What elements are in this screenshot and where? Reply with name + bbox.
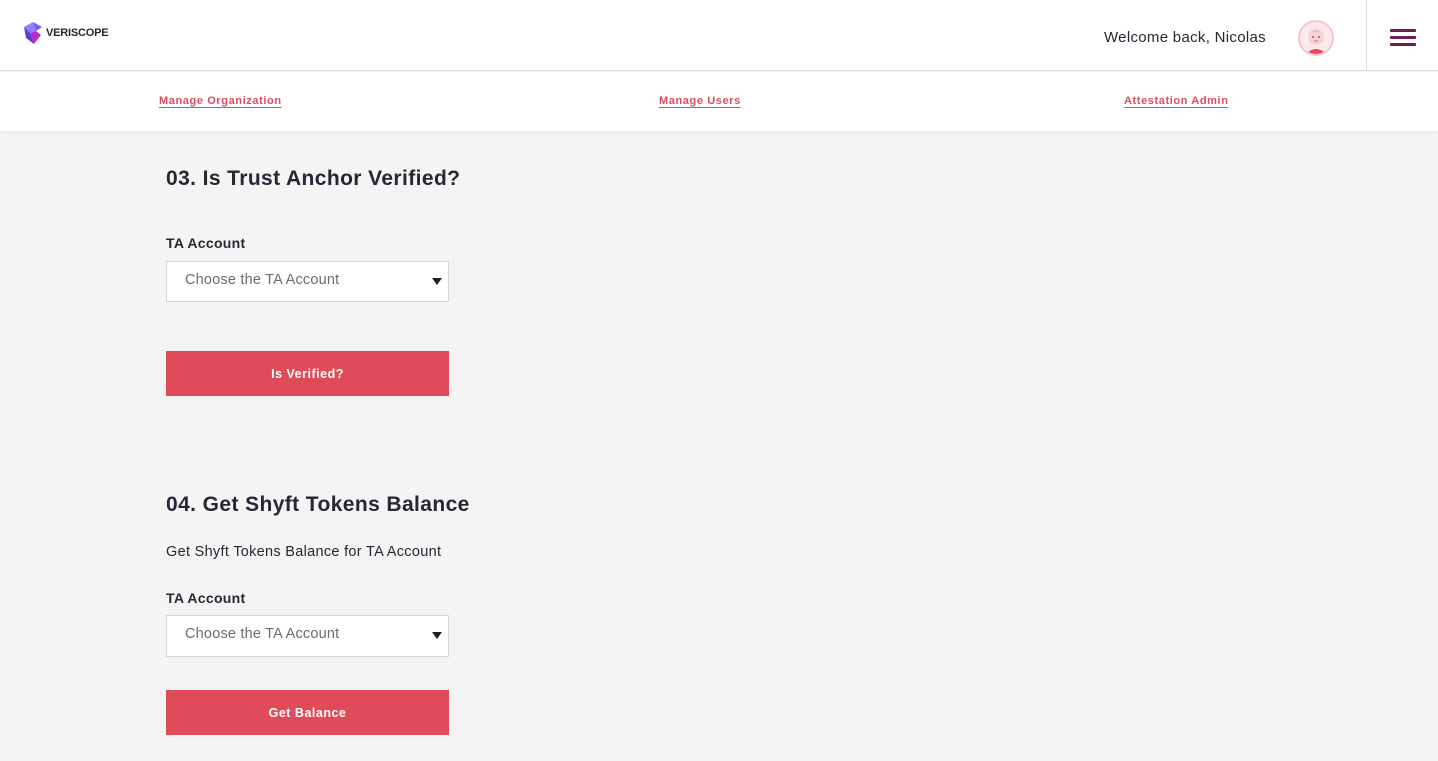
get-balance-button[interactable]: Get Balance — [166, 690, 449, 735]
chevron-down-icon — [432, 278, 442, 285]
veriscope-logo-icon — [24, 22, 42, 44]
top-header: VERISCOPE Welcome back, Nicolas — [0, 0, 1438, 71]
section-title-shyft-tokens-balance: 04. Get Shyft Tokens Balance — [166, 493, 470, 516]
avatar-face-icon — [1300, 22, 1332, 54]
logo-text: VERISCOPE — [46, 27, 109, 39]
veriscope-logo[interactable]: VERISCOPE — [22, 21, 109, 45]
ta-account-select[interactable]: Choose the TA Account — [166, 615, 449, 657]
section-description: Get Shyft Tokens Balance for TA Account — [166, 544, 442, 560]
is-verified-button[interactable]: Is Verified? — [166, 351, 449, 396]
header-divider — [1366, 0, 1367, 71]
admin-nav-bar: Manage Organization Manage Users Attesta… — [0, 72, 1438, 131]
user-avatar-icon[interactable] — [1298, 20, 1334, 56]
hamburger-menu-icon[interactable] — [1390, 27, 1416, 47]
nav-link-manage-organization[interactable]: Manage Organization — [159, 95, 282, 107]
ta-account-label: TA Account — [166, 235, 246, 251]
ta-account-label: TA Account — [166, 590, 246, 606]
section-title-trust-anchor-verified: 03. Is Trust Anchor Verified? — [166, 167, 461, 190]
welcome-message: Welcome back, Nicolas — [1104, 29, 1266, 46]
nav-link-manage-users[interactable]: Manage Users — [659, 95, 741, 107]
ta-account-select[interactable]: Choose the TA Account — [166, 261, 449, 302]
ta-account-select-value: Choose the TA Account — [185, 626, 340, 642]
ta-account-select-value: Choose the TA Account — [185, 272, 340, 288]
chevron-down-icon — [432, 632, 442, 639]
nav-link-attestation-admin[interactable]: Attestation Admin — [1124, 95, 1229, 107]
